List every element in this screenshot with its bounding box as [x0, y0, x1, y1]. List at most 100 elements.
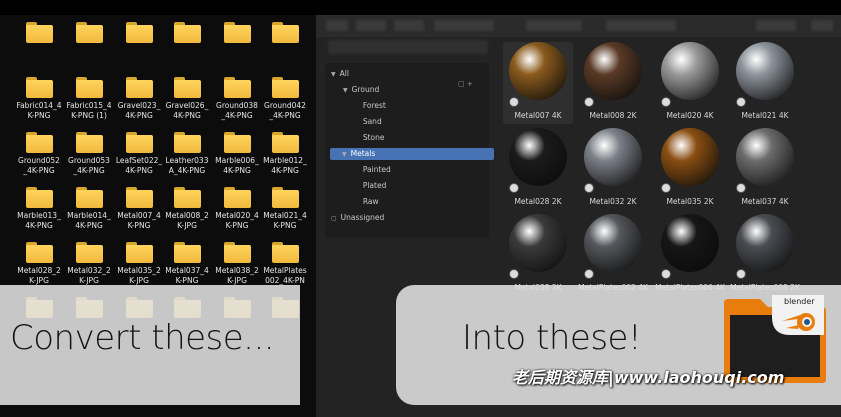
folder-label: Fabric014_4 K-PNG	[16, 101, 62, 120]
folder-label: Ground038 _4K-PNG	[216, 101, 258, 120]
material-preview-sphere	[584, 214, 642, 272]
folder-item[interactable]: Gravel026_ 4K-PNG	[162, 77, 212, 121]
folder-icon	[223, 132, 251, 153]
asset-thumbnail[interactable]: Metal021 4K	[730, 42, 800, 124]
folder-icon	[125, 77, 153, 98]
folder-item[interactable]: Metal035_2 K-JPG	[114, 242, 164, 286]
folder-icon	[25, 242, 53, 263]
material-preview-sphere	[661, 128, 719, 186]
asset-thumbnail[interactable]: Metal020 4K	[655, 42, 725, 124]
asset-thumbnail[interactable]: MetalPlates008 2K	[730, 214, 800, 296]
catalog-item-painted[interactable]: Painted	[355, 164, 391, 176]
material-preview-sphere	[736, 128, 794, 186]
filter-button[interactable]	[756, 20, 796, 31]
catalog-label: Forest	[362, 101, 386, 110]
folder-label: Ground052 _4K-PNG	[18, 156, 60, 175]
folder-label: Marble014_ 4K-PNG	[67, 211, 111, 230]
folder-label: Metal035_2 K-JPG	[117, 266, 161, 285]
asset-thumbnail[interactable]: Metal032 2K	[578, 128, 648, 210]
asset-label: Metal035 2K	[666, 197, 714, 206]
folder-item[interactable]: Ground042 _4K-PNG	[260, 77, 310, 121]
asset-thumbnail[interactable]: Metal007 4K	[503, 42, 573, 124]
catalog-item-raw[interactable]: Raw	[355, 196, 379, 208]
asset-label: Metal007 4K	[514, 111, 562, 120]
folder-item[interactable]: Fabric015_4 K-PNG (1)	[64, 77, 114, 121]
view-menu[interactable]	[356, 20, 386, 31]
folder-item[interactable]	[212, 22, 262, 43]
folder-item[interactable]: Leather033 A_4K-PNG	[162, 132, 212, 176]
folder-item[interactable]: Ground038 _4K-PNG	[212, 77, 262, 121]
folder-icon	[271, 187, 299, 208]
editor-type-button[interactable]	[326, 20, 348, 31]
folder-item[interactable]: LeafSet022_ 4K-PNG	[114, 132, 164, 176]
expand-arrow-icon: ▼	[331, 71, 336, 78]
folder-item[interactable]: Marble014_ 4K-PNG	[64, 187, 114, 231]
folder-item[interactable]: Fabric014_4 K-PNG	[14, 77, 64, 121]
folder-item[interactable]: Metal032_2 K-JPG	[64, 242, 114, 286]
asset-badge-icon	[736, 97, 746, 107]
folder-item[interactable]: MetalPlates 002_4K-PN	[260, 242, 310, 286]
folder-item[interactable]: Gravel023_ 4K-PNG	[114, 77, 164, 121]
search-field[interactable]	[606, 20, 676, 31]
folder-item[interactable]	[162, 22, 212, 43]
folder-icon	[173, 187, 201, 208]
catalog-item-ground[interactable]: ▼ Ground	[343, 84, 379, 96]
expand-arrow-icon	[355, 167, 359, 174]
asset-browser-header	[316, 15, 841, 37]
catalog-add-icon[interactable]: ▢ +	[458, 80, 473, 88]
folder-label: Metal037_4 K-PNG	[165, 266, 209, 285]
asset-menu[interactable]	[526, 20, 582, 31]
asset-thumbnail[interactable]: MetalPlates006 4K	[655, 214, 725, 296]
asset-badge-icon	[661, 269, 671, 279]
folder-item[interactable]: Metal028_2 K-JPG	[14, 242, 64, 286]
catalog-item-all[interactable]: ▼ All	[331, 68, 349, 80]
asset-badge-icon	[584, 97, 594, 107]
asset-thumbnail[interactable]: Metal008 2K	[578, 42, 648, 124]
catalog-item-sand[interactable]: Sand	[355, 116, 382, 128]
folder-item[interactable]: Marble012_ 4K-PNG	[260, 132, 310, 176]
folder-label: Gravel026_ 4K-PNG	[165, 101, 209, 120]
folder-item[interactable]: Metal021_4 K-PNG	[260, 187, 310, 231]
folder-item[interactable]	[114, 22, 164, 43]
material-preview-sphere	[584, 42, 642, 100]
folder-item[interactable]: Ground053 _4K-PNG	[64, 132, 114, 176]
folder-icon	[223, 22, 251, 43]
folder-item[interactable]: Ground052 _4K-PNG	[14, 132, 64, 176]
folder-item[interactable]: Metal037_4 K-PNG	[162, 242, 212, 286]
settings-button[interactable]	[811, 20, 833, 31]
asset-thumbnail[interactable]: Metal035 2K	[655, 128, 725, 210]
folder-item[interactable]	[260, 22, 310, 43]
asset-badge-icon	[661, 97, 671, 107]
folder-item[interactable]: Metal008_2 K-JPG	[162, 187, 212, 231]
catalog-item-metals[interactable]: ▼ Metals	[330, 148, 494, 160]
library-selector[interactable]	[328, 40, 488, 54]
expand-arrow-icon: ▼	[342, 151, 347, 158]
asset-thumbnail[interactable]: MetalPlates002 4K	[578, 214, 648, 296]
expand-arrow-icon	[355, 103, 359, 110]
asset-thumbnail[interactable]: Metal028 2K	[503, 128, 573, 210]
folder-label: Metal008_2 K-JPG	[165, 211, 209, 230]
folder-item[interactable]: Marble013_ 4K-PNG	[14, 187, 64, 231]
folder-item[interactable]: Marble006_ 4K-PNG	[212, 132, 262, 176]
folder-label: Metal021_4 K-PNG	[263, 211, 307, 230]
asset-thumbnail[interactable]: Metal038 2K	[503, 214, 573, 296]
catalog-item-plated[interactable]: Plated	[355, 180, 387, 192]
catalog-item-forest[interactable]: Forest	[355, 100, 386, 112]
folder-item[interactable]: Metal020_4 K-PNG	[212, 187, 262, 231]
asset-thumbnail[interactable]: Metal037 4K	[730, 128, 800, 210]
asset-badge-icon	[509, 269, 519, 279]
watermark: 老后期资源库|www.laohouqi.com	[512, 368, 785, 387]
library-dropdown[interactable]	[434, 20, 494, 31]
folder-item[interactable]: Metal007_4 K-PNG	[114, 187, 164, 231]
folder-label: Marble012_ 4K-PNG	[263, 156, 307, 175]
material-preview-sphere	[661, 42, 719, 100]
folder-item[interactable]	[14, 22, 64, 43]
folder-label: Metal032_2 K-JPG	[67, 266, 111, 285]
folder-item[interactable]	[64, 22, 114, 43]
catalog-item-unassigned[interactable]: ▢ Unassigned	[331, 212, 384, 224]
select-menu[interactable]	[394, 20, 424, 31]
catalog-item-stone[interactable]: Stone	[355, 132, 385, 144]
folder-icon	[75, 22, 103, 43]
asset-label: Metal032 2K	[589, 197, 637, 206]
folder-item[interactable]: Metal038_2 K-JPG	[212, 242, 262, 286]
